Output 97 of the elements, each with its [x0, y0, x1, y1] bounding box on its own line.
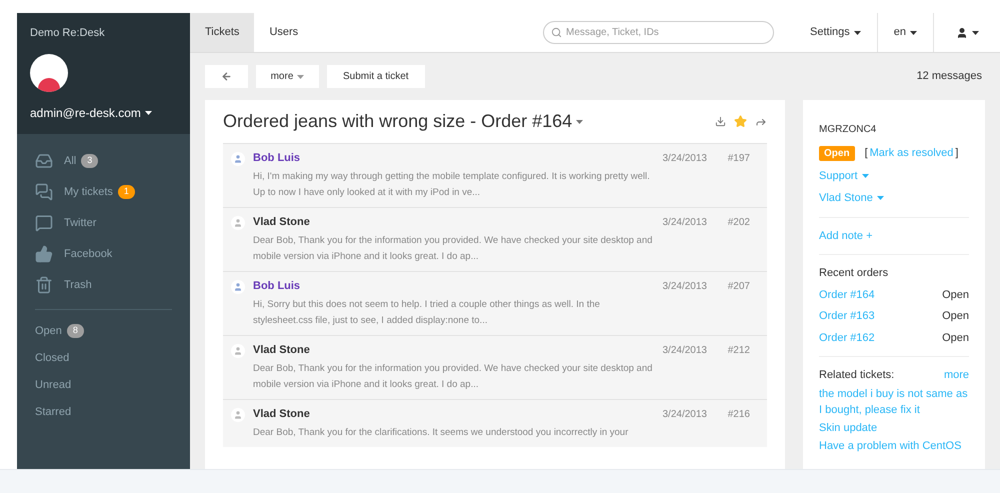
order-status: Open — [942, 330, 969, 346]
message-date: 3/24/2013 — [662, 152, 707, 166]
message-preview: Dear Bob, Thank you for the information you provided. We have checked your site desktop and mobile version via iPhone and it looks great. I do ap... — [252, 362, 654, 392]
message-date: 3/24/2013 — [662, 408, 707, 422]
caret-icon — [576, 120, 584, 124]
avatar — [30, 54, 68, 92]
nav-tab[interactable]: Tickets — [190, 13, 254, 52]
related-ticket-link[interactable]: Skin update — [819, 420, 969, 436]
caret-icon — [297, 74, 304, 78]
search-icon — [551, 27, 562, 38]
caret-icon — [972, 30, 978, 34]
order-link[interactable]: Order #164 — [819, 286, 875, 303]
message-item[interactable]: Bob Luis 3/24/2013 #207 Hi, Sorry but this does not seem to help. I tried a couple other things as well. In the stylesheet.css file, just to see, I added display:none to... — [223, 271, 767, 335]
author-name: Vlad Stone — [253, 407, 310, 422]
message-preview: Dear Bob, Thank you for the information you provided. We have checked your site desktop and mobile version via iPhone and it looks great. I do ap... — [252, 234, 654, 264]
author-name: Vlad Stone — [253, 343, 310, 358]
filter-label: Starred — [35, 404, 72, 420]
filter-label: Unread — [35, 378, 72, 393]
filter-item[interactable]: Starred — [35, 398, 172, 426]
more-button[interactable]: more — [256, 65, 319, 88]
caret-icon — [854, 30, 861, 34]
message-icon — [35, 214, 53, 232]
ticket-title[interactable]: Ordered jeans with wrong size - Order #164 — [223, 108, 584, 135]
submit-ticket-button[interactable]: Submit a ticket — [327, 65, 425, 88]
message-item[interactable]: Vlad Stone 3/24/2013 #212 Dear Bob, Thank you for the information you provided. We have checked your site desktop and mobile version via iPhone and it looks great. I do ap... — [223, 335, 767, 399]
folder-label: Facebook — [64, 246, 112, 262]
section-title: Recent orders — [819, 266, 890, 281]
message-id: #212 — [726, 344, 751, 358]
message-id: #202 — [726, 216, 751, 230]
star-icon[interactable] — [734, 115, 747, 128]
inbox-icon — [35, 152, 53, 170]
caret-icon — [910, 30, 917, 34]
download-icon[interactable] — [715, 116, 726, 127]
nav-menu[interactable]: en — [876, 13, 933, 52]
caret-icon — [862, 174, 869, 178]
nav-tab[interactable]: Users — [254, 13, 314, 52]
order-status: Open — [942, 309, 969, 324]
assign-dropdown[interactable]: Support — [819, 168, 869, 184]
filter-label: Closed — [35, 350, 70, 366]
count-badge: 1 — [118, 185, 135, 199]
add-note-link[interactable]: Add note + — [819, 230, 873, 242]
message-item[interactable]: Bob Luis 3/24/2013 #197 Hi, I'm making my way through getting the mobile template configured. It is working pretty well. Up to now I have only looked at it with my iPod in ve... — [223, 143, 767, 207]
author-name: Bob Luis — [253, 279, 300, 294]
search-field[interactable]: Message, Ticket, IDs — [543, 21, 774, 44]
folder-label: Trash — [64, 278, 92, 293]
thumbs-up-icon — [35, 245, 53, 263]
caret-icon — [876, 196, 884, 200]
message-id: #216 — [726, 408, 751, 422]
message-id: #207 — [726, 280, 751, 294]
resolve-link[interactable]: Mark as resolved — [870, 147, 954, 159]
folder-label: My tickets — [64, 184, 113, 200]
more-link[interactable]: more — [944, 367, 969, 384]
filter-item[interactable]: Open 8 — [35, 318, 172, 344]
message-item[interactable]: Vlad Stone 3/24/2013 #216 Dear Bob, Thank you for the clarifications. It seems we understood you incorrectly in your — [223, 399, 767, 447]
folder-label: All — [64, 154, 76, 169]
count-badge: 8 — [66, 324, 84, 338]
status-badge: Open — [819, 146, 855, 161]
message-preview: Dear Bob, Thank you for the clarifications. It seems we understood you incorrectly in your — [252, 426, 630, 440]
bracket: ] — [955, 147, 958, 159]
trash-icon — [35, 276, 53, 294]
user-icon — [956, 26, 968, 38]
message-date: 3/24/2013 — [662, 216, 707, 230]
folder-item[interactable]: Twitter — [35, 208, 172, 238]
folder-item[interactable]: All 3 — [35, 146, 172, 176]
section-title: Related tickets: — [819, 368, 894, 383]
folder-label: Twitter — [64, 216, 96, 231]
ticket-code: MGRZONC4 — [819, 123, 878, 137]
message-date: 3/24/2013 — [662, 344, 707, 358]
folder-item[interactable]: Trash — [35, 270, 172, 300]
message-item[interactable]: Vlad Stone 3/24/2013 #202 Dear Bob, Thank you for the information you provided. We have checked your site desktop and mobile version via iPhone and it looks great. I do ap... — [223, 207, 767, 271]
user-menu[interactable]: admin@re-desk.com — [30, 104, 152, 122]
brand-title: Demo Re:Desk — [30, 26, 106, 41]
order-link[interactable]: Order #162 — [819, 330, 875, 346]
filter-item[interactable]: Unread — [35, 372, 172, 398]
bracket: [ — [864, 147, 868, 159]
filter-label: Open — [35, 324, 62, 339]
back-arrow-icon — [221, 71, 232, 82]
message-id: #197 — [726, 152, 751, 166]
author-name: Bob Luis — [253, 151, 300, 166]
folder-item[interactable]: My tickets 1 — [35, 176, 172, 208]
folder-item[interactable]: Facebook — [35, 238, 172, 270]
order-link[interactable]: Order #163 — [819, 308, 875, 324]
message-date: 3/24/2013 — [662, 280, 707, 294]
filter-item[interactable]: Closed — [35, 344, 172, 372]
author-name: Vlad Stone — [253, 215, 310, 230]
caret-icon — [144, 110, 152, 114]
nav-menu[interactable]: Settings — [794, 13, 877, 52]
assign-dropdown[interactable]: Vlad Stone — [819, 190, 884, 206]
back-button[interactable] — [205, 65, 248, 88]
order-status: Open — [942, 288, 969, 302]
count-badge: 3 — [81, 154, 98, 168]
message-preview: Hi, Sorry but this does not seem to help. I tried a couple other things as well. In the stylesheet.css file, just to see, I added display:none to... — [252, 298, 601, 328]
related-ticket-link[interactable]: Have a problem with CentOS — [819, 438, 969, 454]
related-ticket-link[interactable]: the model i buy is not same as I bought, please fix it — [819, 386, 969, 418]
message-count: 12 messages — [916, 69, 983, 84]
message-preview: Hi, I'm making my way through getting the mobile template configured. It is working pretty well. Up to now I have only looked at it with my iPod in ve... — [252, 170, 651, 200]
chat-icon — [35, 183, 53, 201]
